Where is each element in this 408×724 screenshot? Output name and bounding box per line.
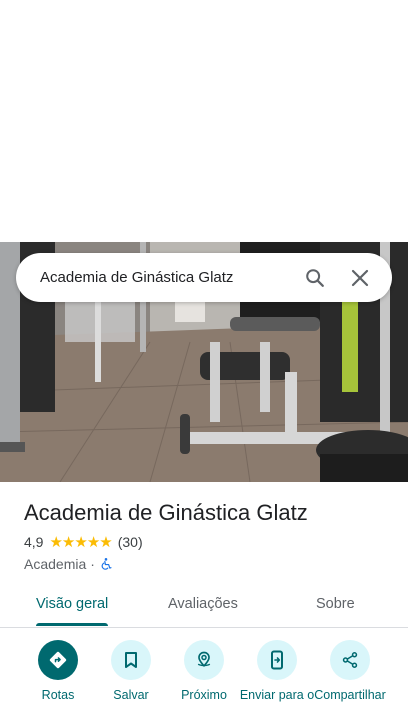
tab-reviews[interactable]: Avaliações [168,582,238,626]
separator-dot: · [90,556,95,572]
place-category: Academia [24,556,87,572]
send-to-phone-icon[interactable] [257,640,297,680]
map-blank-area [0,0,408,242]
directions-label: Rotas [41,688,75,702]
directions-icon[interactable] [38,640,78,680]
nearby-button[interactable]: Próximo [166,640,242,703]
active-tab-indicator [36,623,108,626]
tab-overview[interactable]: Visão geral [36,582,108,626]
review-count[interactable]: (30) [118,534,143,550]
wheelchair-accessible-icon [99,557,113,571]
search-icon[interactable] [297,260,333,296]
star-icon: ★ [86,533,100,551]
star-icon: ★ [61,533,75,551]
nearby-label: Próximo [181,688,227,702]
rating-value: 4,9 [24,534,44,550]
rating-row[interactable]: 4,9 ★ ★ ★ ★ ★ (30) [24,532,394,552]
place-info: Academia de Ginástica Glatz 4,9 ★ ★ ★ ★ … [24,498,394,574]
star-rating: ★ ★ ★ ★ ★ [49,533,112,551]
send-to-phone-button[interactable]: Enviar para o [239,640,315,703]
category-row: Academia · [24,554,394,574]
share-icon[interactable] [330,640,370,680]
tab-about[interactable]: Sobre [316,582,355,626]
star-icon: ★ [49,533,62,551]
place-title: Academia de Ginástica Glatz [24,500,308,525]
search-input[interactable]: Academia de Ginástica Glatz [40,269,288,286]
bookmark-icon[interactable] [111,640,151,680]
directions-button[interactable]: Rotas [20,640,96,703]
star-icon: ★ [99,533,112,551]
save-label: Salvar [113,688,149,702]
nearby-icon[interactable] [184,640,224,680]
share-label: Compartilhar [314,688,386,702]
send-to-phone-label: Enviar para o [239,688,315,702]
tab-bar: Visão geral Avaliações Sobre [0,582,408,628]
share-button[interactable]: Compartilhar [312,640,388,703]
save-button[interactable]: Salvar [93,640,169,703]
close-icon[interactable] [342,260,378,296]
star-icon: ★ [74,533,87,551]
search-bar[interactable]: Academia de Ginástica Glatz [16,253,392,302]
action-bar: Rotas Salvar Próximo Enviar para o Compa… [0,640,408,724]
